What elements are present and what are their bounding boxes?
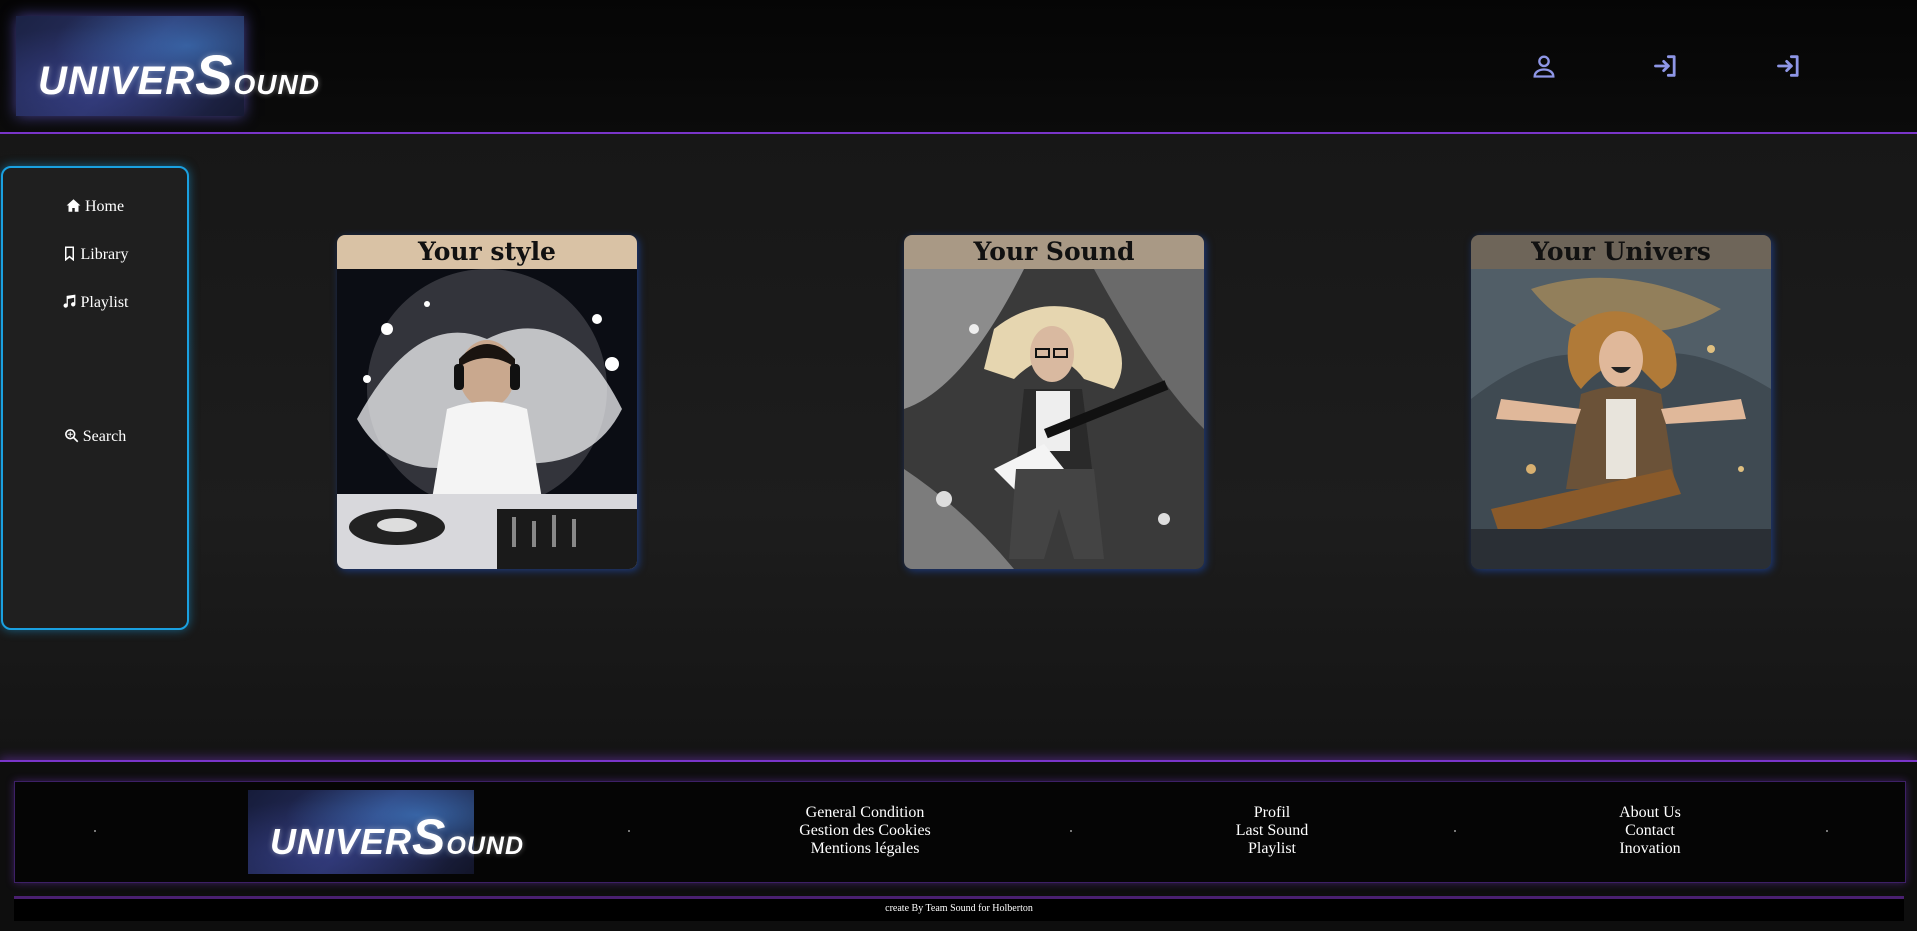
footer-box: UNIVERSOUND General Condition Gestion de… bbox=[14, 781, 1906, 883]
card-your-univers[interactable]: Your Univers bbox=[1471, 235, 1771, 569]
credit-text: create By Team Sound for Holberton bbox=[885, 903, 1033, 914]
user-icon[interactable] bbox=[1530, 52, 1558, 80]
card-your-sound[interactable]: Your Sound bbox=[904, 235, 1204, 569]
footer-link-last-sound[interactable]: Last Sound bbox=[1202, 822, 1342, 840]
sidebar-item-home[interactable]: Home bbox=[3, 198, 187, 216]
footer-link-mentions[interactable]: Mentions légales bbox=[775, 840, 955, 858]
sidebar-item-label: Library bbox=[80, 246, 129, 263]
separator-dot bbox=[1826, 830, 1828, 832]
logo-text: UNIVERSOUND bbox=[38, 43, 320, 106]
header: UNIVERSOUND bbox=[0, 0, 1917, 134]
logo[interactable]: UNIVERSOUND bbox=[16, 16, 319, 116]
separator-dot bbox=[1070, 830, 1072, 832]
footer-link-cookies[interactable]: Gestion des Cookies bbox=[775, 822, 955, 840]
card-title: Your style bbox=[337, 235, 637, 269]
card-your-style[interactable]: Your style bbox=[337, 235, 637, 569]
logo-text: UNIVERSOUND bbox=[270, 809, 524, 865]
card-title: Your Univers bbox=[1471, 235, 1771, 269]
sign-in-icon[interactable] bbox=[1775, 52, 1803, 80]
singer-splash-image bbox=[1471, 269, 1771, 569]
footer-col-account: Profil Last Sound Playlist bbox=[1202, 804, 1342, 858]
sidebar-item-label: Playlist bbox=[80, 294, 129, 311]
separator-dot bbox=[628, 830, 630, 832]
bookmark-icon bbox=[64, 246, 74, 262]
dj-splash-image bbox=[337, 269, 637, 569]
footer-link-general-condition[interactable]: General Condition bbox=[775, 804, 955, 822]
music-note-icon bbox=[64, 294, 76, 308]
footer-logo[interactable]: UNIVERSOUND bbox=[248, 790, 523, 874]
home-icon bbox=[66, 199, 81, 212]
footer-link-inovation[interactable]: Inovation bbox=[1590, 840, 1710, 858]
footer: UNIVERSOUND General Condition Gestion de… bbox=[0, 760, 1917, 931]
sidebar: Home Library Playlist Search bbox=[1, 166, 189, 630]
footer-col-about: About Us Contact Inovation bbox=[1590, 804, 1710, 858]
card-title: Your Sound bbox=[904, 235, 1204, 269]
sign-in-icon[interactable] bbox=[1652, 52, 1680, 80]
separator-dot bbox=[94, 830, 96, 832]
footer-link-playlist[interactable]: Playlist bbox=[1202, 840, 1342, 858]
footer-link-contact[interactable]: Contact bbox=[1590, 822, 1710, 840]
sidebar-item-search[interactable]: Search bbox=[3, 428, 187, 446]
sidebar-item-library[interactable]: Library bbox=[3, 246, 187, 264]
guitarist-splash-image bbox=[904, 269, 1204, 569]
sidebar-item-label: Search bbox=[82, 428, 127, 445]
separator-dot bbox=[1454, 830, 1456, 832]
footer-col-legal: General Condition Gestion des Cookies Me… bbox=[775, 804, 955, 858]
footer-link-about[interactable]: About Us bbox=[1590, 804, 1710, 822]
sidebar-item-playlist[interactable]: Playlist bbox=[3, 294, 187, 312]
sidebar-item-label: Home bbox=[84, 198, 125, 215]
search-icon bbox=[64, 429, 79, 443]
footer-link-profil[interactable]: Profil bbox=[1202, 804, 1342, 822]
credit-bar: create By Team Sound for Holberton bbox=[14, 896, 1904, 921]
